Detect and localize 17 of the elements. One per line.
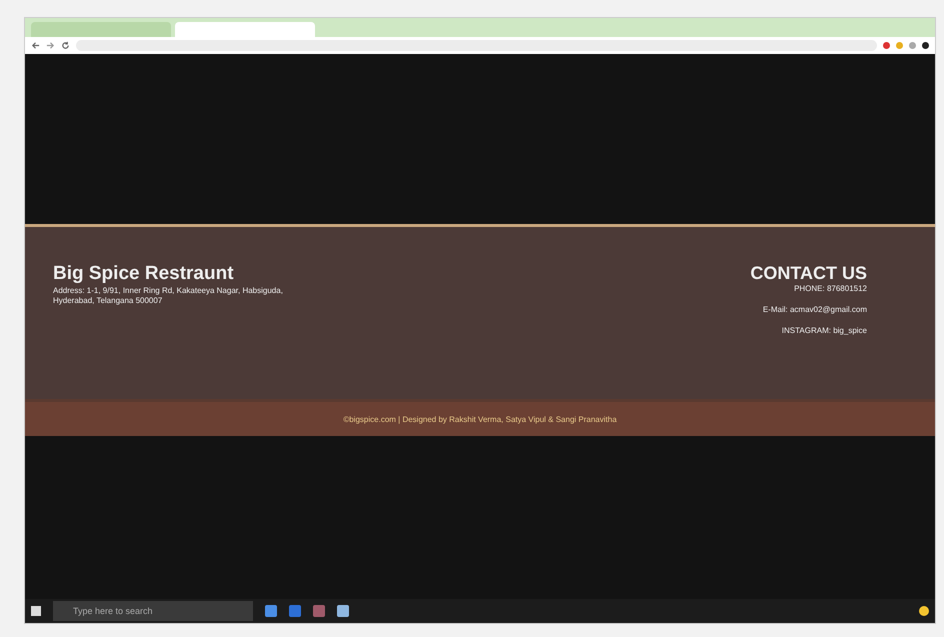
restaurant-address: Address: 1-1, 9/91, Inner Ring Rd, Kakateeya Nagar, Habsiguda, Hyderabad, Telangana 500007 <box>53 286 284 306</box>
forward-icon[interactable] <box>46 41 55 50</box>
restaurant-name: Big Spice Restraunt <box>53 263 235 285</box>
weather-icon[interactable] <box>919 606 929 616</box>
taskbar-search-field[interactable]: Type here to search <box>53 601 253 621</box>
contact-detail: E-Mail: acmav02@gmail.com <box>762 305 867 314</box>
contact-detail: PHONE: 876801512 <box>794 284 867 293</box>
back-icon[interactable] <box>31 41 40 50</box>
start-icon[interactable] <box>31 606 41 616</box>
app-icon[interactable] <box>337 605 349 617</box>
reload-icon[interactable] <box>61 41 70 50</box>
contact-heading: CONTACT US <box>750 263 867 284</box>
app-icon[interactable] <box>265 605 277 617</box>
app-icon[interactable] <box>289 605 301 617</box>
app-icon[interactable] <box>313 605 325 617</box>
footer-credit: ©bigspice.com | Designed by Rakshit Verma, Satya Vipul & Sangi Pranavitha <box>343 414 617 424</box>
contact-detail: INSTAGRAM: big_spice <box>782 326 867 335</box>
